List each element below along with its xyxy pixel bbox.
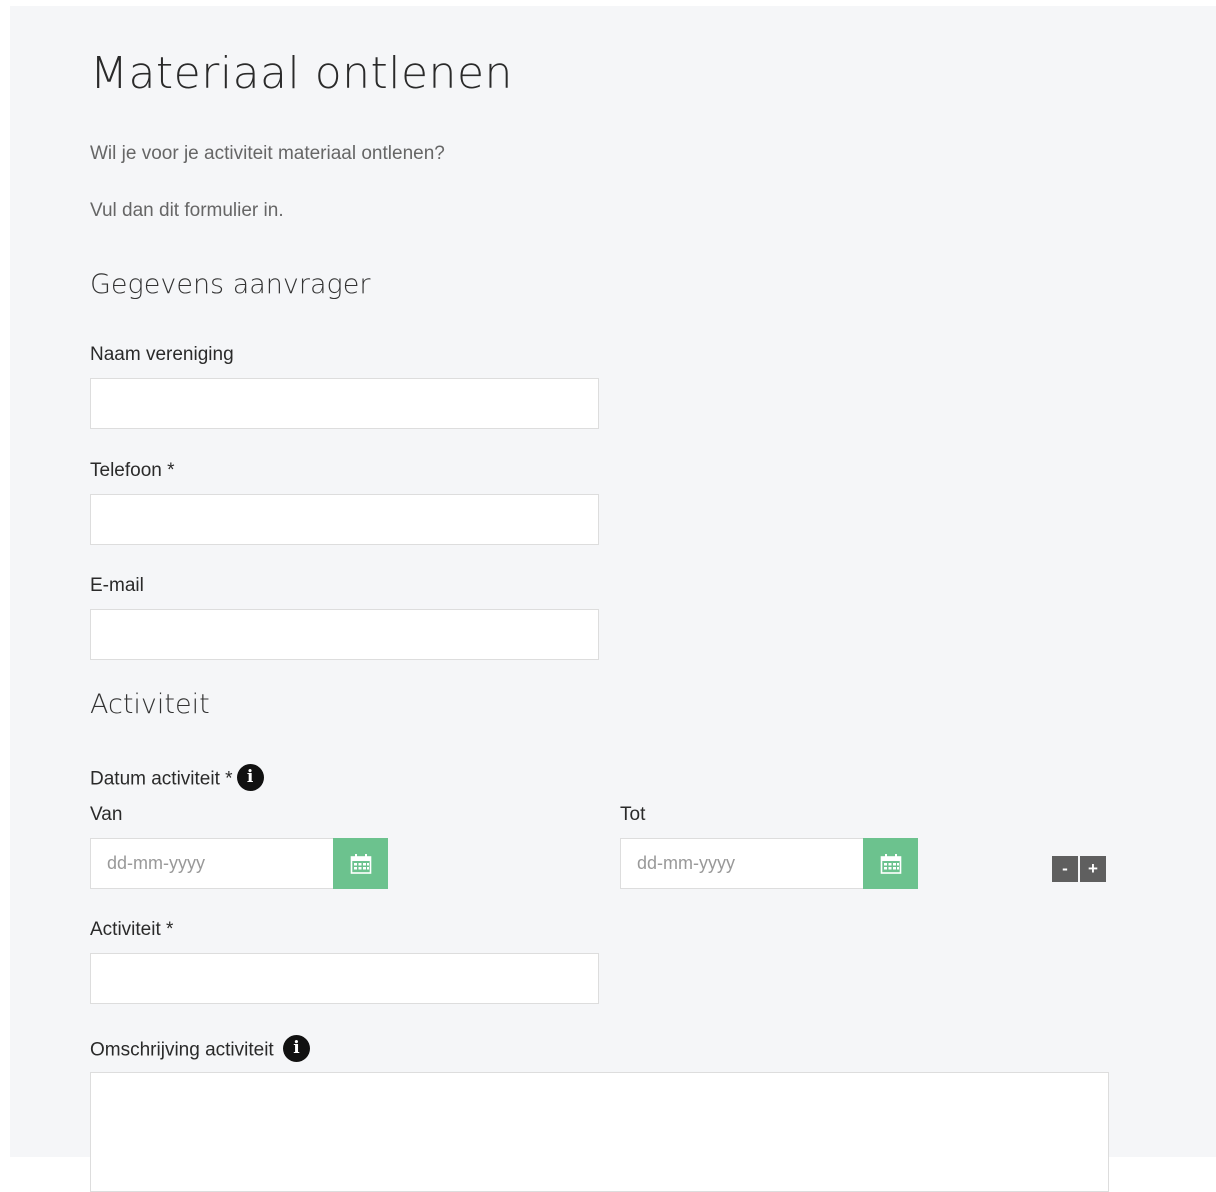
telefoon-label: Telefoon * [90, 460, 175, 481]
calendar-icon [350, 853, 371, 874]
info-icon[interactable]: i [283, 1035, 310, 1062]
tot-date-group [620, 838, 918, 889]
activiteit-label: Activiteit * [90, 919, 174, 940]
van-date-input[interactable] [90, 838, 334, 889]
intro-text-2: Vul dan dit formulier in. [90, 200, 284, 221]
remove-date-button[interactable]: - [1052, 856, 1078, 882]
naam-vereniging-input[interactable] [90, 378, 599, 429]
tot-label: Tot [620, 804, 646, 825]
tot-calendar-button[interactable] [863, 838, 918, 889]
van-label: Van [90, 804, 123, 825]
omschrijving-label-text: Omschrijving activiteit [90, 1039, 274, 1061]
telefoon-input[interactable] [90, 494, 599, 545]
email-input[interactable] [90, 609, 599, 660]
van-calendar-button[interactable] [333, 838, 388, 889]
page-title: Materiaal ontlenen [90, 48, 513, 99]
naam-vereniging-label: Naam vereniging [90, 344, 234, 365]
activiteit-input[interactable] [90, 953, 599, 1004]
form-panel: Materiaal ontlenen Wil je voor je activi… [10, 6, 1216, 1192]
calendar-icon [880, 853, 901, 874]
datum-activiteit-label: Datum activiteit * i [90, 764, 264, 793]
info-icon[interactable]: i [236, 764, 264, 791]
omschrijving-label: Omschrijving activiteit i [90, 1035, 310, 1064]
add-date-button[interactable]: + [1080, 856, 1106, 882]
intro-text-1: Wil je voor je activiteit materiaal ontl… [90, 143, 445, 164]
datum-activiteit-label-text: Datum activiteit * [90, 768, 233, 790]
email-label: E-mail [90, 575, 144, 596]
date-range-stepper: - + [1052, 856, 1106, 882]
section-heading-activity: Activiteit [90, 689, 210, 720]
section-heading-applicant: Gegevens aanvrager [90, 269, 371, 300]
omschrijving-textarea[interactable] [90, 1072, 1109, 1192]
van-date-group [90, 838, 388, 889]
tot-date-input[interactable] [620, 838, 864, 889]
